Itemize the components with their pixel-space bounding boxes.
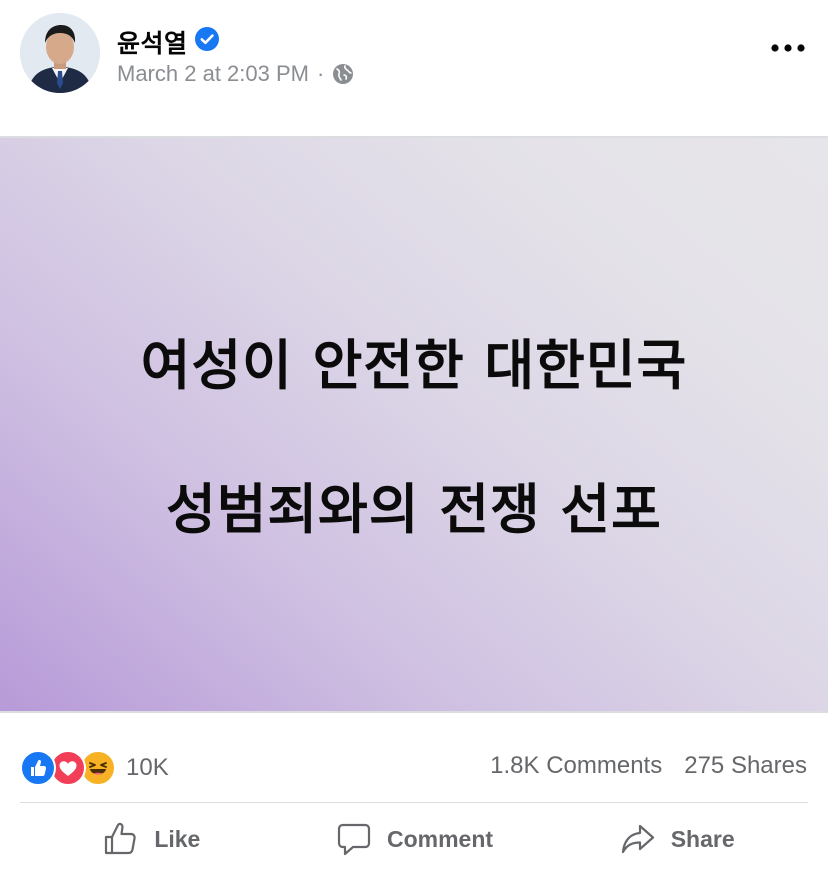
thumbs-up-icon	[105, 822, 137, 855]
shares-count[interactable]: 275 Shares	[684, 752, 807, 780]
comments-count[interactable]: 1.8K Comments	[490, 752, 662, 780]
globe-icon[interactable]	[332, 63, 354, 85]
facebook-post: 윤석열 March 2 at 2:03 PM · 여성이 안전한 대한민국 성범…	[0, 0, 828, 875]
more-options-button[interactable]	[768, 30, 808, 66]
post-header: 윤석열 March 2 at 2:03 PM ·	[0, 0, 828, 138]
avatar-photo-icon	[20, 13, 100, 93]
post-actions: Like Comment Share	[20, 806, 808, 872]
meta-separator: ·	[316, 61, 325, 86]
comment-label: Comment	[386, 825, 494, 852]
like-reaction-icon	[20, 750, 56, 786]
image-text-line-2: 성범죄와의 전쟁 선포	[166, 478, 662, 541]
post-image[interactable]: 여성이 안전한 대한민국 성범죄와의 전쟁 선포	[0, 138, 828, 711]
post-meta: March 2 at 2:03 PM ·	[117, 61, 354, 87]
media-divider	[0, 711, 828, 713]
more-options-icon	[771, 44, 805, 52]
comment-button[interactable]: Comment	[283, 806, 546, 872]
image-text-line-1: 여성이 안전한 대한민국	[140, 334, 688, 397]
like-label: Like	[154, 825, 201, 852]
reaction-count: 10K	[126, 754, 169, 781]
like-button[interactable]: Like	[20, 806, 283, 872]
verified-badge-icon	[195, 27, 219, 51]
post-timestamp[interactable]: March 2 at 2:03 PM	[117, 61, 309, 87]
author-name[interactable]: 윤석열	[117, 24, 188, 60]
share-label: Share	[670, 825, 735, 852]
author-avatar[interactable]	[20, 13, 100, 93]
comment-icon	[337, 823, 371, 856]
share-arrow-icon	[621, 824, 654, 854]
actions-divider	[20, 802, 808, 803]
engagement-stats: 1.8K Comments 275 Shares	[490, 752, 807, 780]
reactions-summary[interactable]: 10K	[20, 748, 169, 788]
share-button[interactable]: Share	[545, 806, 808, 872]
